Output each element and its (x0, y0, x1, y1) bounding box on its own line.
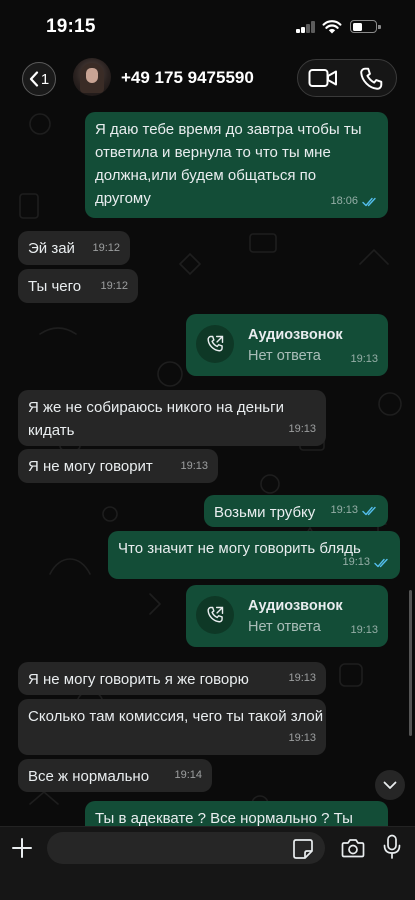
wifi-icon (322, 20, 342, 34)
message-meta: 19:13 (330, 499, 378, 522)
microphone-icon[interactable] (383, 834, 401, 860)
unread-count: 1 (40, 70, 50, 88)
missed-call-card[interactable]: Аудиозвонок Нет ответа 19:13 (186, 314, 388, 376)
call-status: Нет ответа (248, 619, 321, 635)
message-time: 19:13 (350, 353, 378, 365)
chat-header: 1 +49 175 9475590 (0, 52, 415, 104)
camera-icon[interactable] (341, 837, 365, 859)
back-button[interactable]: 1 (22, 62, 56, 96)
message-text: Я даю тебе время до завтра чтобы ты отве… (95, 121, 366, 207)
message-meta: 18:06 (330, 190, 378, 213)
message-time: 19:13 (288, 672, 316, 684)
battery-icon (350, 20, 381, 33)
message-time: 19:14 (174, 769, 202, 781)
video-camera-icon[interactable] (308, 67, 338, 89)
call-title: Аудиозвонок (248, 598, 343, 614)
phone-icon[interactable] (358, 66, 384, 92)
composer-bar (0, 826, 415, 900)
sticker-icon[interactable] (292, 838, 314, 860)
message-text: Ты в адеквате ? Все нормально ? Ты (95, 810, 353, 826)
double-check-icon (374, 558, 388, 567)
message-text: Я не могу говорить я же говорю (28, 671, 249, 688)
message-text: Сколько там комиссия, чего ты такой злой (28, 708, 324, 725)
message-meta: 19:13 (342, 551, 390, 574)
chevron-down-icon (383, 781, 397, 789)
message-time: 18:06 (330, 195, 358, 207)
double-check-icon (362, 506, 376, 515)
message-bubble-incoming[interactable]: Я не могу говорить я же говорю 19:13 (18, 662, 326, 695)
message-input[interactable] (47, 832, 325, 864)
message-bubble-outgoing[interactable]: Возьми трубку 19:13 (204, 495, 388, 527)
message-bubble-incoming[interactable]: Все ж нормально 19:14 (18, 759, 212, 792)
message-text: Я же не собираюсь никого на деньги кидат… (28, 399, 289, 439)
message-time: 19:13 (288, 423, 316, 435)
message-bubble-incoming[interactable]: Я же не собираюсь никого на деньги кидат… (18, 390, 326, 446)
plus-icon[interactable] (10, 836, 34, 860)
call-status: Нет ответа (248, 348, 321, 364)
message-time: 19:13 (330, 504, 358, 516)
message-time: 19:12 (92, 242, 120, 254)
cellular-signal-icon (296, 21, 316, 33)
message-bubble-incoming[interactable]: Ты чего 19:12 (18, 269, 138, 303)
message-time: 19:13 (342, 556, 370, 568)
message-time: 19:13 (180, 460, 208, 472)
call-actions (297, 59, 397, 97)
scrollbar[interactable] (409, 590, 412, 736)
call-title: Аудиозвонок (248, 327, 343, 343)
missed-call-icon (196, 325, 234, 363)
contact-name[interactable]: +49 175 9475590 (121, 68, 254, 88)
message-time: 19:12 (100, 280, 128, 292)
missed-call-icon (196, 596, 234, 634)
status-time: 19:15 (46, 16, 96, 37)
double-check-icon (362, 197, 376, 206)
status-bar: 19:15 (0, 0, 415, 52)
message-time: 19:13 (288, 732, 316, 744)
missed-call-card[interactable]: Аудиозвонок Нет ответа 19:13 (186, 585, 388, 647)
message-time: 19:13 (350, 624, 378, 636)
contact-avatar[interactable] (73, 58, 111, 96)
back-chevron-icon (29, 71, 38, 87)
message-bubble-outgoing[interactable]: Ты в адеквате ? Все нормально ? Ты (85, 801, 388, 826)
message-list[interactable]: Я даю тебе время до завтра чтобы ты отве… (0, 104, 415, 826)
message-bubble-outgoing[interactable]: Что значит не могу говорить блядь 19:13 (108, 531, 400, 579)
scroll-to-bottom-button[interactable] (375, 770, 405, 800)
message-bubble-incoming[interactable]: Сколько там комиссия, чего ты такой злой… (18, 699, 326, 755)
message-bubble-incoming[interactable]: Я не могу говорит 19:13 (18, 449, 218, 483)
message-bubble-incoming[interactable]: Эй зай 19:12 (18, 231, 130, 265)
message-bubble-outgoing[interactable]: Я даю тебе время до завтра чтобы ты отве… (85, 112, 388, 218)
